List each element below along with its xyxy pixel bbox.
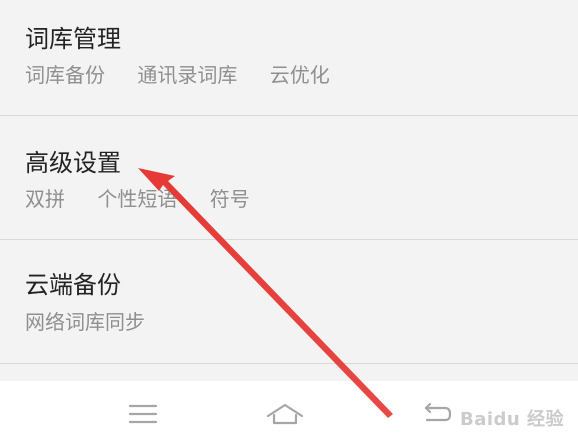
menu-button[interactable] bbox=[114, 393, 172, 435]
subtitle-part: 网络词库同步 bbox=[25, 310, 145, 334]
menu-icon bbox=[128, 404, 158, 424]
list-bottom-spacer bbox=[0, 364, 578, 381]
settings-item-title: 云端备份 bbox=[25, 271, 121, 299]
settings-item-subtitle: 网络词库同步 bbox=[25, 309, 145, 335]
subtitle-part: 符号 bbox=[209, 187, 250, 211]
settings-item-advanced-settings[interactable]: 高级设置 双拼 个性短语 符号 bbox=[0, 116, 578, 240]
subtitle-part: 双拼 bbox=[25, 187, 65, 211]
settings-item-cloud-backup[interactable]: 云端备份 网络词库同步 bbox=[0, 240, 578, 364]
settings-item-subtitle: 词库备份 通讯录词库 云优化 bbox=[25, 62, 330, 88]
subtitle-part: 词库备份 bbox=[25, 63, 105, 87]
home-icon bbox=[266, 403, 304, 425]
home-button[interactable] bbox=[256, 393, 314, 435]
back-icon bbox=[424, 402, 452, 422]
settings-item-title: 高级设置 bbox=[25, 149, 121, 177]
subtitle-part: 个性短语 bbox=[97, 187, 178, 211]
settings-screen: 词库管理 词库备份 通讯录词库 云优化 高级设置 双拼 个性短语 符号 云端备份… bbox=[0, 0, 578, 447]
subtitle-part: 通讯录词库 bbox=[137, 63, 238, 87]
baidu-jingyan-watermark: Baidu 经验 bbox=[459, 409, 564, 430]
settings-item-subtitle: 双拼 个性短语 符号 bbox=[25, 186, 250, 212]
back-button[interactable] bbox=[407, 393, 465, 435]
settings-item-word-library[interactable]: 词库管理 词库备份 通讯录词库 云优化 bbox=[0, 0, 578, 116]
subtitle-part: 云优化 bbox=[269, 63, 330, 87]
android-navigation-bar: Baidu 经验 bbox=[0, 381, 578, 447]
settings-item-title: 词库管理 bbox=[25, 25, 121, 53]
